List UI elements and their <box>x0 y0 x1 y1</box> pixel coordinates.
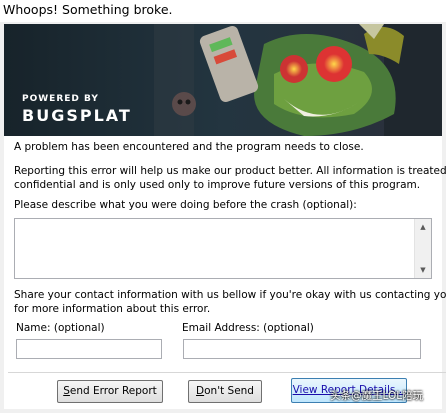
dont-label-rest: on't Send <box>204 385 254 397</box>
dialog-content: A problem has been encountered and the p… <box>4 136 446 409</box>
window-title: Whoops! Something broke. <box>3 2 173 17</box>
bugsplat-banner: POWERED BY BUGSPLAT <box>4 24 442 136</box>
dont-mnemonic: D <box>196 385 205 397</box>
reporting-message-line2: confidential and is only used only to im… <box>14 179 421 191</box>
send-mnemonic: S <box>63 385 70 397</box>
email-field[interactable] <box>183 339 421 359</box>
send-error-report-button[interactable]: Send Error Report <box>57 380 163 403</box>
dont-send-button[interactable]: Don't Send <box>188 380 262 403</box>
scroll-down-arrow-icon[interactable]: ▼ <box>415 262 431 278</box>
crash-dialog-window: Whoops! Something broke. POWERED BY BUGS… <box>0 0 446 413</box>
title-bar: Whoops! Something broke. <box>0 0 446 22</box>
send-label-rest: end Error Report <box>69 385 157 397</box>
powered-by-label: POWERED BY <box>22 94 99 104</box>
scroll-up-arrow-icon[interactable]: ▲ <box>415 219 431 235</box>
bugsplat-logo-text: BUGSPLAT <box>22 106 132 125</box>
problem-message: A problem has been encountered and the p… <box>14 141 364 153</box>
name-label: Name: (optional) <box>16 322 105 334</box>
email-label: Email Address: (optional) <box>182 322 314 334</box>
button-separator <box>8 372 446 373</box>
describe-label: Please describe what you were doing befo… <box>14 199 357 211</box>
name-field[interactable] <box>16 339 162 359</box>
watermark-text: 头条@魔王LOL陪玩 <box>330 390 424 402</box>
reporting-message-line1: Reporting this error will help us make o… <box>14 165 446 177</box>
contact-message-line1: Share your contact information with us b… <box>14 289 446 301</box>
textarea-scrollbar[interactable]: ▲ ▼ <box>414 219 431 278</box>
crash-description-textarea[interactable]: ▲ ▼ <box>14 218 432 279</box>
contact-message-line2: for more information about this error. <box>14 303 211 315</box>
